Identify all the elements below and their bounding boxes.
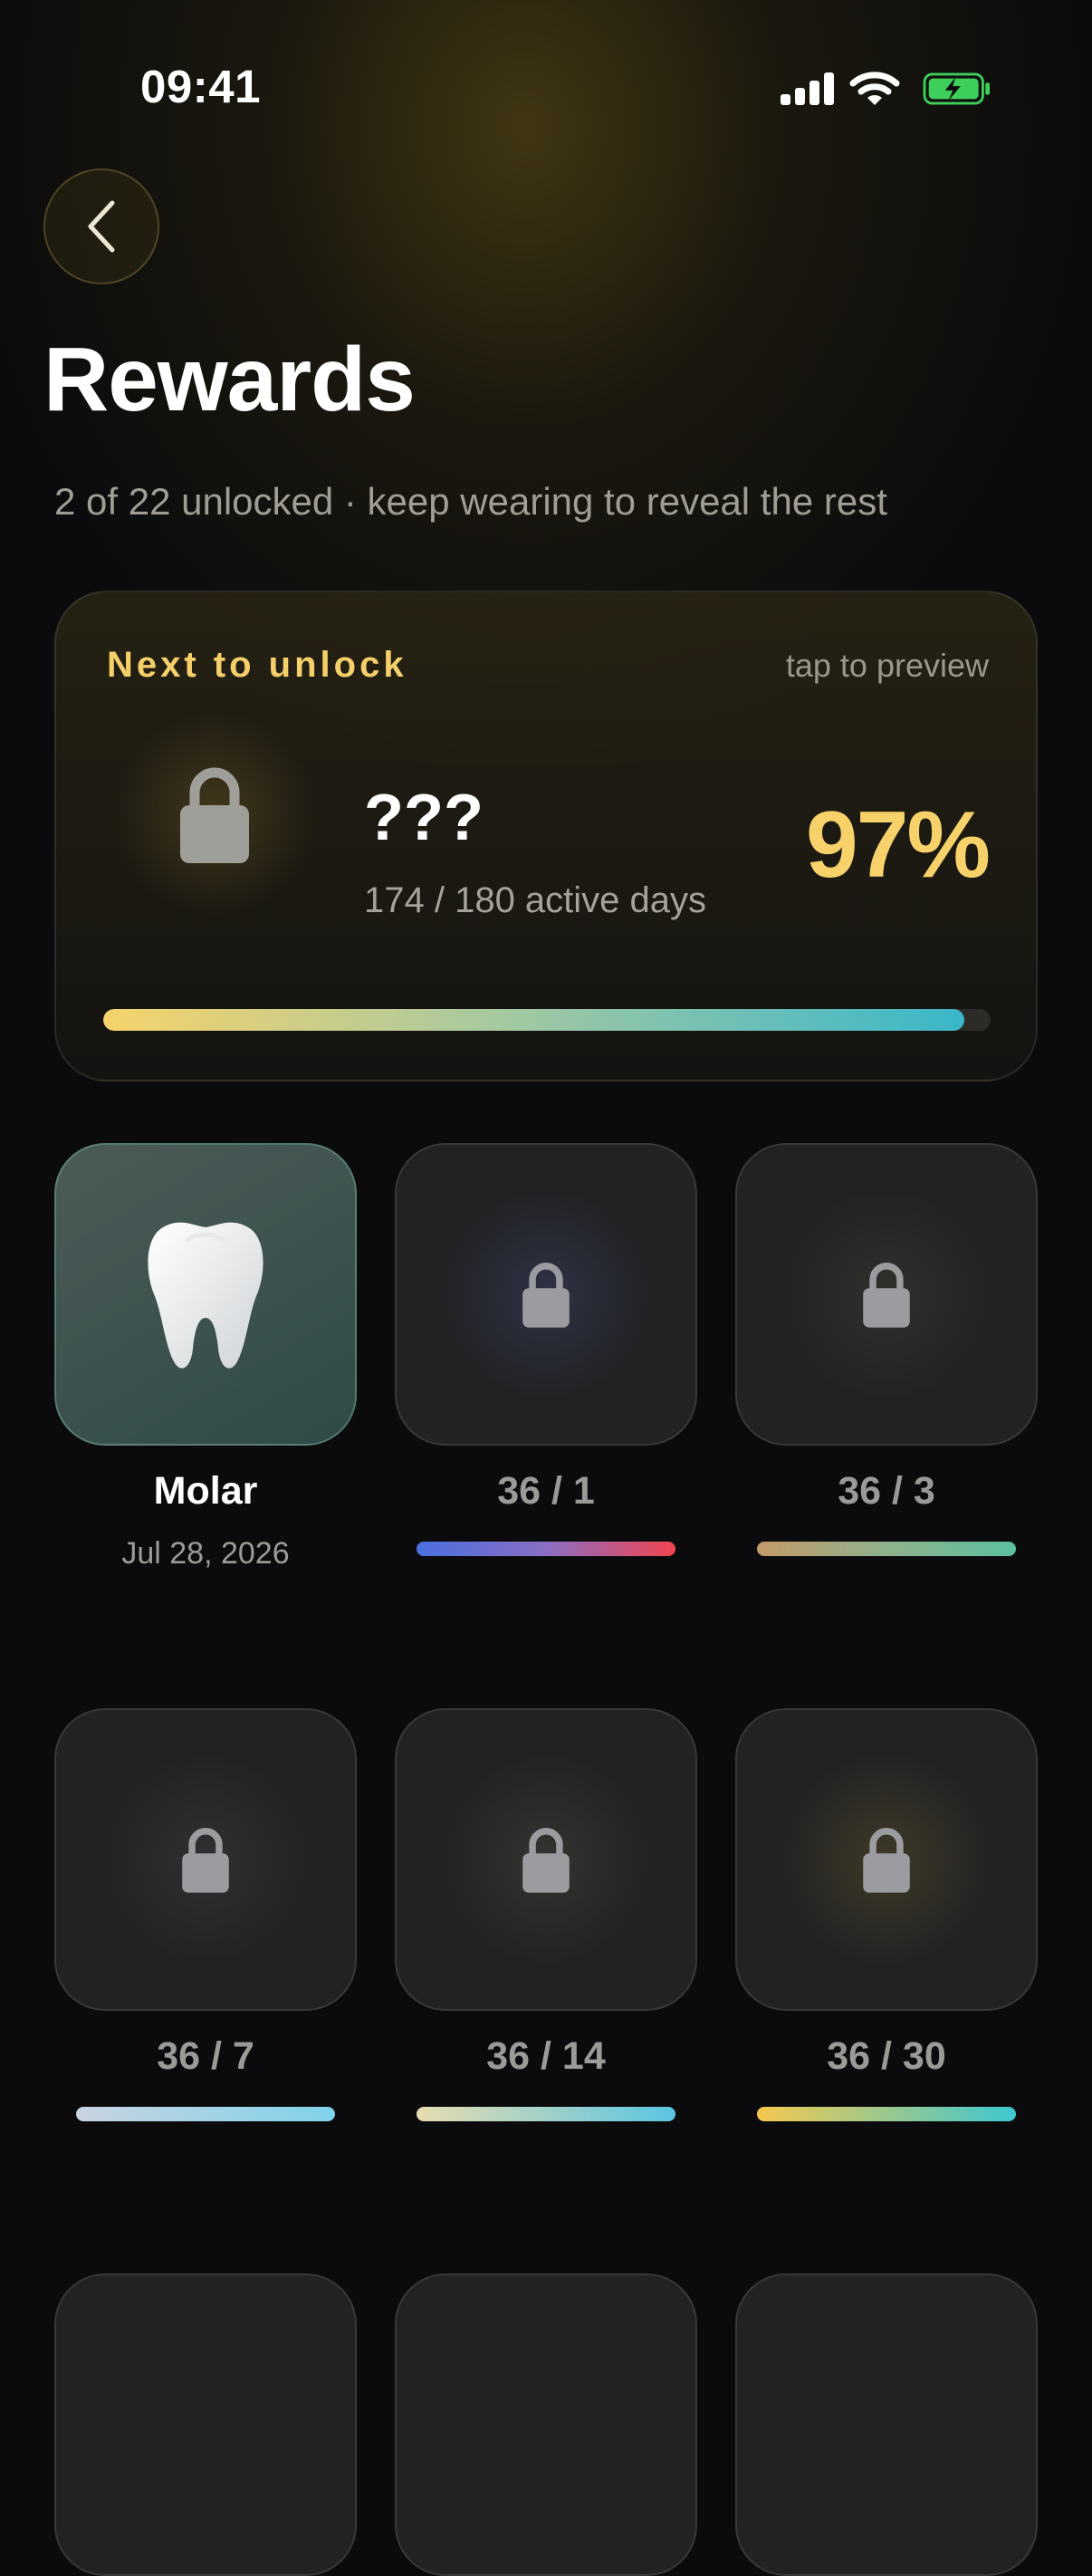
- lock-icon: [863, 1828, 910, 1893]
- tooth-icon: [148, 1222, 263, 1369]
- back-button[interactable]: [43, 168, 159, 284]
- page-title: Rewards: [43, 329, 416, 430]
- next-reward-badge: [110, 710, 319, 918]
- next-unlock-label: Next to unlock: [107, 645, 407, 685]
- next-reward-name: ???: [364, 782, 484, 854]
- reward-date: Jul 28, 2026: [121, 1536, 290, 1571]
- lock-icon: [182, 1828, 229, 1893]
- battery-charging-icon: [923, 72, 990, 105]
- reward-progress-bar: [417, 1542, 675, 1556]
- reward-progress-text: 36 / 14: [486, 2034, 606, 2078]
- reward-tile-locked[interactable]: [54, 1708, 357, 2011]
- reward-tile-locked[interactable]: [395, 2273, 697, 2576]
- lock-icon: [180, 767, 249, 863]
- reward-tile-locked[interactable]: [54, 2273, 357, 2576]
- reward-progress-bar: [76, 2107, 335, 2121]
- reward-progress-bar: [757, 2107, 1016, 2121]
- next-unlock-card[interactable]: Next to unlock tap to preview ??? 174 / …: [54, 591, 1038, 1081]
- lock-icon: [863, 1263, 910, 1328]
- reward-tile-locked[interactable]: [735, 1143, 1038, 1446]
- cellular-signal-icon: [781, 72, 835, 105]
- reward-tile-molar[interactable]: [54, 1143, 357, 1446]
- reward-progress-bar: [757, 1542, 1016, 1556]
- reward-progress-bar: [417, 2107, 675, 2121]
- reward-tile-locked[interactable]: [395, 1708, 697, 2011]
- reward-title: Molar: [153, 1469, 258, 1513]
- status-time: 09:41: [140, 61, 261, 112]
- status-icons: [781, 65, 998, 111]
- reward-tile-locked[interactable]: [735, 2273, 1038, 2576]
- lock-icon: [522, 1263, 570, 1328]
- next-reward-progress-fill: [103, 1009, 964, 1031]
- reward-tile-locked[interactable]: [395, 1143, 697, 1446]
- reward-tile-locked[interactable]: [735, 1708, 1038, 2011]
- next-reward-percent: 97%: [805, 793, 991, 898]
- wifi-icon: [849, 72, 900, 105]
- page-subtitle: 2 of 22 unlocked · keep wearing to revea…: [54, 480, 887, 523]
- chevron-left-icon: [88, 200, 115, 253]
- reward-progress-text: 36 / 1: [497, 1469, 595, 1513]
- next-reward-days: 174 / 180 active days: [364, 880, 707, 920]
- reward-progress-text: 36 / 30: [827, 2034, 946, 2078]
- reward-progress-text: 36 / 7: [157, 2034, 254, 2078]
- next-reward-progress-bar: [103, 1009, 991, 1031]
- reward-progress-text: 36 / 3: [838, 1469, 935, 1513]
- preview-hint: tap to preview: [785, 647, 989, 684]
- lock-icon: [522, 1828, 570, 1893]
